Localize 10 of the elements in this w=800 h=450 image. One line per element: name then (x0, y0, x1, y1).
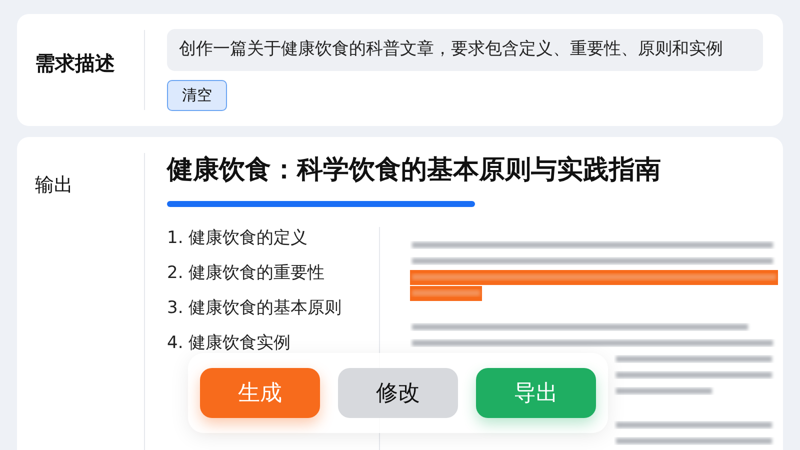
request-field[interactable]: 创作一篇关于健康饮食的科普文章，要求包含定义、重要性、原则和实例 (167, 29, 763, 71)
outline-item: 4. 健康饮食实例 (167, 332, 292, 355)
outline-item: 3. 健康饮食的基本原则 (167, 297, 343, 320)
outline-item: 1. 健康饮食的定义 (167, 227, 309, 250)
clear-button[interactable]: 清空 (167, 80, 227, 111)
section-label: 输出 (35, 174, 73, 196)
section-label: 需求描述 (35, 50, 115, 77)
action-button[interactable]: 修改 (338, 368, 458, 418)
article-title: 健康饮食：科学饮食的基本原则与实践指南 (167, 154, 661, 187)
outline-item: 2. 健康饮食的重要性 (167, 262, 326, 285)
